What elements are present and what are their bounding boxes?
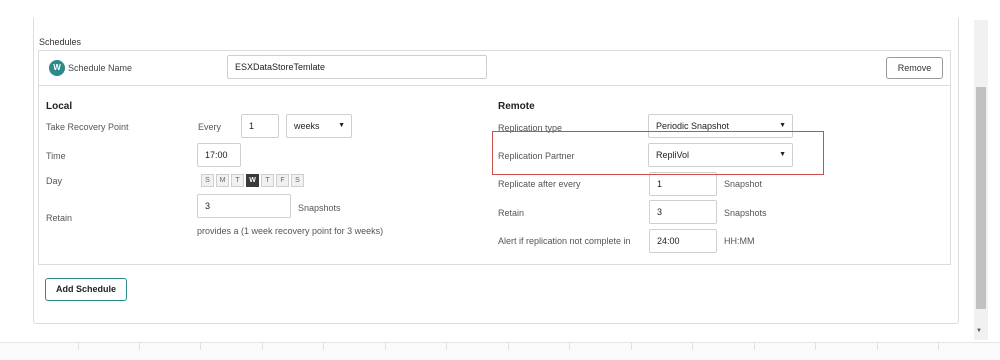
- alert-input[interactable]: 24:00: [649, 229, 717, 253]
- column-divider: [692, 342, 693, 350]
- take-recovery-label: Take Recovery Point: [46, 122, 129, 132]
- day-picker: S M T W T F S: [201, 174, 304, 187]
- day-toggle-saturday[interactable]: S: [291, 174, 304, 187]
- schedule-avatar: W: [49, 60, 65, 76]
- alert-label: Alert if replication not complete in: [498, 236, 631, 246]
- chevron-down-icon: ▼: [338, 122, 345, 129]
- column-divider: [508, 342, 509, 350]
- schedule-name-label: Schedule Name: [68, 63, 133, 73]
- day-toggle-thursday[interactable]: T: [261, 174, 274, 187]
- column-divider: [78, 342, 79, 350]
- column-divider: [754, 342, 755, 350]
- day-toggle-wednesday[interactable]: W: [246, 174, 259, 187]
- local-title: Local: [46, 101, 73, 112]
- scrollbar-thumb[interactable]: [976, 87, 986, 309]
- alert-unit: HH:MM: [724, 236, 755, 246]
- column-divider: [139, 342, 140, 350]
- section-title: Schedules: [39, 37, 82, 47]
- every-input[interactable]: 1: [241, 114, 279, 138]
- replication-partner-highlight: [492, 131, 824, 175]
- local-retain-label: Retain: [46, 213, 73, 223]
- remote-title: Remote: [498, 101, 535, 112]
- day-label: Day: [46, 176, 63, 186]
- period-select[interactable]: weeks ▼: [286, 114, 352, 138]
- column-divider: [815, 342, 816, 350]
- column-divider: [323, 342, 324, 350]
- column-divider: [200, 342, 201, 350]
- local-retain-unit: Snapshots: [298, 203, 341, 213]
- column-divider: [938, 342, 939, 350]
- time-input[interactable]: 17:00: [197, 143, 241, 167]
- column-divider: [877, 342, 878, 350]
- local-retain-input[interactable]: 3: [197, 194, 291, 218]
- column-divider: [446, 342, 447, 350]
- every-label: Every: [198, 122, 222, 132]
- day-toggle-tuesday[interactable]: T: [231, 174, 244, 187]
- column-divider: [631, 342, 632, 350]
- replication-type-value: Periodic Snapshot: [656, 121, 730, 131]
- remote-retain-label: Retain: [498, 208, 525, 218]
- remote-retain-unit: Snapshots: [724, 208, 767, 218]
- period-select-value: weeks: [294, 121, 320, 131]
- scroll-down-icon[interactable]: ▼: [976, 328, 982, 334]
- replicate-after-input[interactable]: 1: [649, 172, 717, 196]
- day-toggle-monday[interactable]: M: [216, 174, 229, 187]
- page-top: [0, 0, 1000, 20]
- add-schedule-button[interactable]: Add Schedule: [45, 278, 127, 301]
- schedule-name-input[interactable]: ESXDataStoreTemlate: [227, 55, 487, 79]
- table-header-strip: [0, 342, 1000, 360]
- remote-retain-input[interactable]: 3: [649, 200, 717, 224]
- schedule-header: W Schedule Name ESXDataStoreTemlate Remo…: [39, 51, 950, 86]
- remove-button[interactable]: Remove: [886, 57, 943, 79]
- time-label: Time: [46, 151, 66, 161]
- provides-text: provides a (1 week recovery point for 3 …: [197, 226, 384, 236]
- column-divider: [262, 342, 263, 350]
- day-toggle-friday[interactable]: F: [276, 174, 289, 187]
- day-toggle-sunday[interactable]: S: [201, 174, 214, 187]
- replicate-after-unit: Snapshot: [724, 179, 763, 189]
- replicate-after-label: Replicate after every: [498, 179, 581, 189]
- column-divider: [385, 342, 386, 350]
- column-divider: [569, 342, 570, 350]
